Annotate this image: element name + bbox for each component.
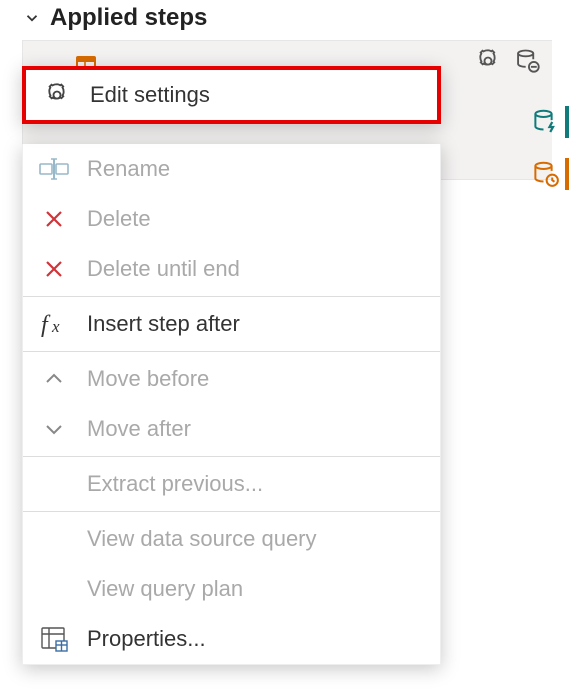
database-clock-icon[interactable] bbox=[529, 156, 563, 192]
menu-separator bbox=[23, 296, 440, 297]
menu-insert-step-after-label: Insert step after bbox=[87, 311, 240, 337]
database-lightning-icon[interactable] bbox=[529, 104, 563, 140]
menu-move-after[interactable]: Move after bbox=[23, 404, 440, 454]
blank-icon bbox=[37, 524, 71, 554]
menu-separator bbox=[23, 351, 440, 352]
blank-icon bbox=[37, 469, 71, 499]
menu-separator bbox=[23, 511, 440, 512]
menu-view-data-source-query-label: View data source query bbox=[87, 526, 317, 552]
menu-view-data-source-query[interactable]: View data source query bbox=[23, 514, 440, 564]
step-row-actions bbox=[474, 47, 542, 80]
gear-icon[interactable] bbox=[474, 47, 502, 80]
close-icon bbox=[37, 204, 71, 234]
svg-text:x: x bbox=[51, 317, 60, 336]
menu-extract-previous[interactable]: Extract previous... bbox=[23, 459, 440, 509]
menu-edit-settings[interactable]: Edit settings bbox=[26, 70, 437, 120]
menu-extract-previous-label: Extract previous... bbox=[87, 471, 263, 497]
menu-rename[interactable]: Rename bbox=[23, 144, 440, 194]
context-menu: Rename Delete Delete until end f x Inser… bbox=[22, 144, 441, 665]
properties-icon bbox=[37, 624, 71, 654]
menu-delete-label: Delete bbox=[87, 206, 151, 232]
blank-icon bbox=[37, 574, 71, 604]
chevron-up-icon bbox=[37, 364, 71, 394]
menu-move-after-label: Move after bbox=[87, 416, 191, 442]
gear-icon bbox=[40, 80, 74, 110]
menu-delete-until-end-label: Delete until end bbox=[87, 256, 240, 282]
menu-move-before-label: Move before bbox=[87, 366, 209, 392]
menu-insert-step-after[interactable]: f x Insert step after bbox=[23, 299, 440, 349]
chevron-down-icon bbox=[37, 414, 71, 444]
applied-steps-header: Applied steps bbox=[0, 0, 581, 40]
menu-move-before[interactable]: Move before bbox=[23, 354, 440, 404]
svg-text:f: f bbox=[41, 312, 51, 338]
menu-separator bbox=[23, 456, 440, 457]
menu-rename-label: Rename bbox=[87, 156, 170, 182]
menu-properties[interactable]: Properties... bbox=[23, 614, 440, 664]
menu-delete-until-end[interactable]: Delete until end bbox=[23, 244, 440, 294]
fx-icon: f x bbox=[37, 309, 71, 339]
database-remove-icon[interactable] bbox=[514, 47, 542, 80]
menu-edit-settings-label: Edit settings bbox=[90, 82, 210, 108]
menu-view-query-plan-label: View query plan bbox=[87, 576, 243, 602]
context-menu-highlight: Edit settings bbox=[22, 66, 441, 124]
side-icons bbox=[529, 104, 563, 192]
applied-steps-title: Applied steps bbox=[50, 4, 207, 32]
close-icon bbox=[37, 254, 71, 284]
rename-icon bbox=[37, 154, 71, 184]
menu-view-query-plan[interactable]: View query plan bbox=[23, 564, 440, 614]
chevron-down-icon[interactable] bbox=[22, 9, 42, 27]
menu-delete[interactable]: Delete bbox=[23, 194, 440, 244]
menu-properties-label: Properties... bbox=[87, 626, 206, 652]
